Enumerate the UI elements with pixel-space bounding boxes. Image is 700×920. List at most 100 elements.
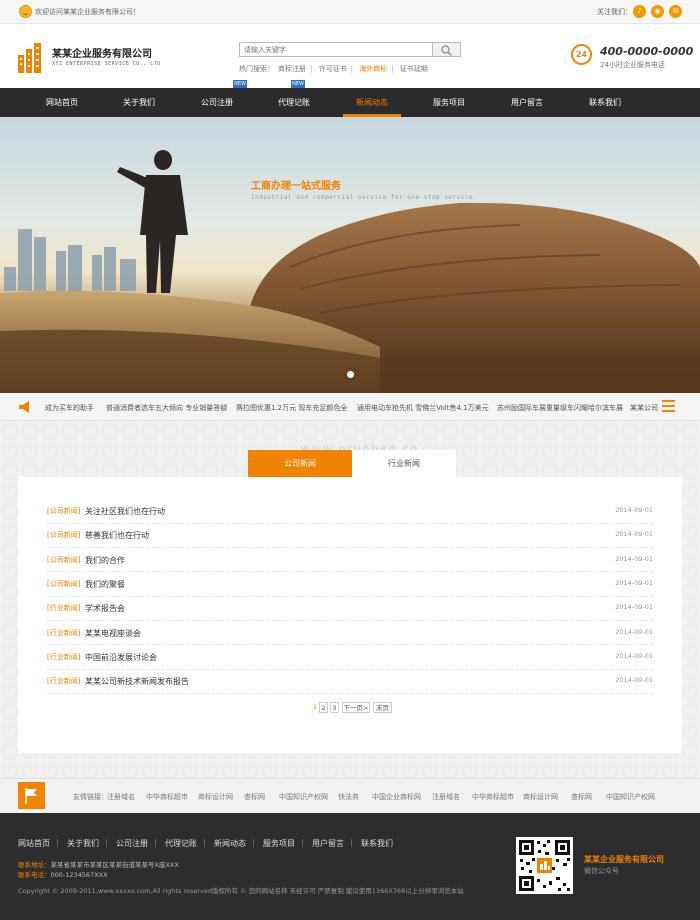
footer-nav-messages[interactable]: 用户留言 — [312, 838, 344, 849]
nav-item-contact[interactable]: 联系我们 — [570, 88, 640, 117]
main-nav: 网站首页 关于我们 公司注册 代理记账 新闻动态 服务项目 用户留言 联系我们 — [0, 88, 700, 117]
bell-icon[interactable]: ♪ — [633, 5, 646, 18]
carousel-dot[interactable] — [347, 371, 354, 378]
nav-item-news[interactable]: 新闻动态 — [337, 88, 407, 117]
friend-link[interactable]: 快法务 — [338, 792, 359, 802]
footer-nav-bookkeeping[interactable]: 代理记账 — [165, 838, 197, 849]
banner-scene-image — [0, 150, 700, 393]
friend-link[interactable]: 中国知识产权网 — [606, 792, 655, 802]
banner-subtitle: Industrial and commercial service for on… — [251, 194, 474, 201]
friend-link[interactable]: 注册域名 — [432, 792, 460, 802]
nav-item-registration[interactable]: 公司注册 — [182, 88, 252, 117]
news-date: 2014-09-01 — [615, 603, 653, 611]
news-title[interactable]: 中国前沿发展讨论会 — [85, 652, 157, 663]
news-list-item[interactable]: [行业新闻] 某某电视座谈会 2014-09-01 — [47, 628, 653, 642]
friend-link[interactable]: 查标网 — [571, 792, 592, 802]
news-list-item[interactable]: [公司新闻] 我们的聚餐 2014-09-01 — [47, 579, 653, 593]
hot-search-link[interactable]: 商标注册 — [278, 65, 306, 73]
footer-nav-home[interactable]: 网站首页 — [18, 838, 50, 849]
follow-label: 关注我们： — [597, 8, 632, 16]
hot-search-link[interactable]: 海外商标 — [359, 65, 387, 73]
nav-item-messages[interactable]: 用户留言 — [492, 88, 562, 117]
divider — [47, 693, 653, 694]
footer-nav-sep: | — [203, 838, 206, 847]
friend-link[interactable]: 商标设计网 — [198, 792, 233, 802]
ticker-item[interactable]: 通用电动车抢先机 雪佛兰Volt售4.1万美元 — [357, 403, 489, 413]
news-list-item[interactable]: [公司新闻] 慈善我们也在行动 2014-09-01 — [47, 530, 653, 544]
news-date: 2014-09-01 — [615, 555, 653, 563]
phone-label: 联系电话： — [18, 871, 51, 879]
nav-item-services[interactable]: 服务项目 — [414, 88, 484, 117]
ticker-menu-icon[interactable] — [662, 400, 675, 414]
footer-phone: 联系电话：000-1234567XXX — [18, 869, 108, 879]
news-list-item[interactable]: [行业新闻] 学术报告会 2014-09-01 — [47, 603, 653, 617]
friend-link[interactable]: 中国知识产权网 — [279, 792, 328, 802]
news-list-item[interactable]: [行业新闻] 某某公司新技术新闻发布报告 2014-09-01 — [47, 676, 653, 690]
friend-link[interactable]: 中华商标超市 — [146, 792, 188, 802]
footer-company-name: 某某企业服务有限公司 — [584, 855, 664, 864]
footer-nav-about[interactable]: 关于我们 — [67, 838, 99, 849]
qr-code-icon — [516, 837, 573, 894]
footer-nav-sep: | — [252, 838, 255, 847]
news-category: [公司新闻] — [47, 580, 81, 588]
search-button[interactable] — [433, 42, 461, 57]
news-date: 2014-09-01 — [615, 530, 653, 538]
friend-link[interactable]: 商标设计网 — [523, 792, 558, 802]
hot-search-link[interactable]: 证书延期 — [400, 65, 428, 73]
copyright-text: Copyright © 2009-2011,www.xxxxx.com,All … — [18, 887, 464, 895]
footer-nav-sep: | — [350, 838, 353, 847]
nav-item-home[interactable]: 网站首页 — [27, 88, 97, 117]
divider — [47, 547, 653, 548]
pager-current: 1 — [312, 703, 318, 711]
news-ticker: 成为买车的助手 普通消费者选车五大倾向 专业销量答疑 赛拉图优惠1.2万元 现车… — [0, 393, 700, 421]
ticker-item[interactable]: 苏州励国际车展重量级车闪耀哈尔滨车展 — [497, 403, 623, 413]
ticker-item[interactable]: 赛拉图优惠1.2万元 现车充足颜色全 — [236, 403, 347, 413]
news-title[interactable]: 我们的合作 — [85, 555, 125, 566]
tab-industry-news[interactable]: 行业新闻 — [352, 450, 456, 477]
nav-item-about[interactable]: 关于我们 — [104, 88, 174, 117]
news-date: 2014-09-01 — [615, 506, 653, 514]
footer-nav-registration[interactable]: 公司注册 — [116, 838, 148, 849]
footer-address: 联系地址：某某省某某市某某区某某街道某某号X座XXX — [18, 859, 179, 869]
ticker-item[interactable]: 普通消费者选车五大倾向 专业销量答疑 — [106, 403, 227, 413]
news-title[interactable]: 慈善我们也在行动 — [85, 530, 149, 541]
ticker-item[interactable]: 某某公司 — [630, 403, 658, 413]
news-title[interactable]: 关注社区我们也在行动 — [85, 506, 165, 517]
news-category: [公司新闻] — [47, 531, 81, 539]
news-title[interactable]: 某某电视座谈会 — [85, 628, 141, 639]
footer-nav-sep: | — [301, 838, 304, 847]
hero-banner[interactable]: 工商办理一站式服务 Industrial and commercial serv… — [0, 117, 700, 393]
company-name[interactable]: 某某企业服务有限公司 — [52, 45, 152, 60]
ticker-item[interactable]: 成为买车的助手 — [45, 403, 94, 413]
pager-page[interactable]: 3 — [330, 702, 339, 713]
news-list-item[interactable]: [公司新闻] 我们的合作 2014-09-01 — [47, 555, 653, 569]
footer-nav-sep: | — [105, 838, 108, 847]
friend-link[interactable]: 注册域名 — [107, 792, 135, 802]
friend-link[interactable]: 中国企业商标网 — [372, 792, 421, 802]
company-name-en: XYZ ENTERPRISE SERVICE CO., LTD — [52, 61, 161, 67]
friend-link[interactable]: 中华商标超市 — [472, 792, 514, 802]
news-category: [行业新闻] — [47, 604, 81, 612]
news-list-item[interactable]: [行业新闻] 中国前沿发展讨论会 2014-09-01 — [47, 652, 653, 666]
pager-next[interactable]: 下一页> — [342, 702, 370, 713]
phone-value: 000-1234567XXX — [50, 871, 108, 879]
weibo-icon[interactable]: ◉ — [651, 5, 664, 18]
friend-link[interactable]: 查标网 — [244, 792, 265, 802]
footer-nav-news[interactable]: 新闻动态 — [214, 838, 246, 849]
friend-links-label: 友情链接： — [73, 793, 108, 801]
logo-building-icon[interactable] — [17, 43, 47, 73]
tab-company-news[interactable]: 公司新闻 — [248, 450, 352, 482]
nav-item-bookkeeping[interactable]: 代理记账 — [259, 88, 329, 117]
hot-search-link[interactable]: 许可证书 — [319, 65, 347, 73]
wechat-icon[interactable]: ✉ — [669, 5, 682, 18]
search-input[interactable] — [239, 42, 433, 57]
news-title[interactable]: 学术报告会 — [85, 603, 125, 614]
divider — [47, 669, 653, 670]
news-title[interactable]: 某某公司新技术新闻发布报告 — [85, 676, 189, 687]
pager-page[interactable]: 2 — [319, 702, 328, 713]
footer-nav-contact[interactable]: 联系我们 — [361, 838, 393, 849]
pager-last[interactable]: 末页 — [373, 702, 392, 713]
news-title[interactable]: 我们的聚餐 — [85, 579, 125, 590]
news-list-item[interactable]: [公司新闻] 关注社区我们也在行动 2014-09-01 — [47, 506, 653, 520]
footer-nav-services[interactable]: 服务项目 — [263, 838, 295, 849]
